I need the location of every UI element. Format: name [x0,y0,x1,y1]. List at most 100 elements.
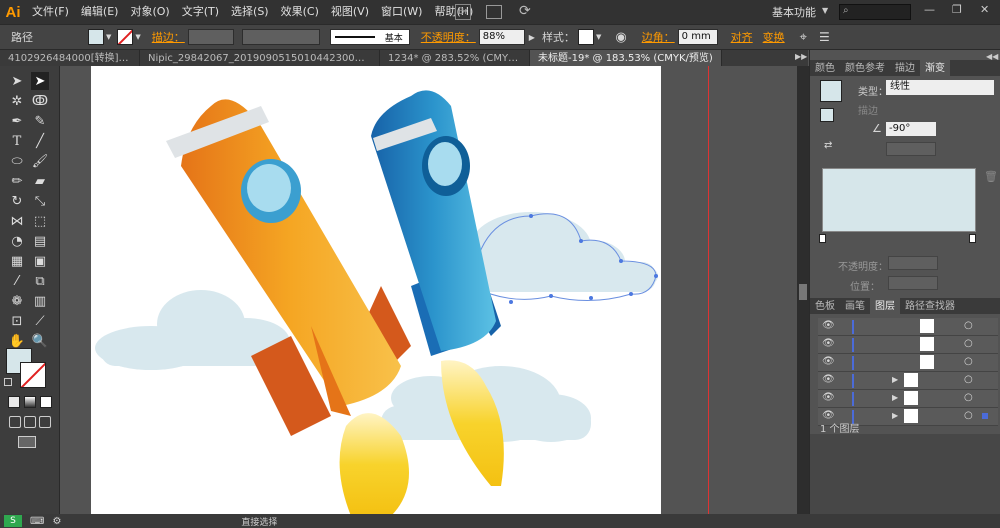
layer-row[interactable]: 👁 ○ [818,354,998,372]
slice-tool-icon[interactable]: ⟋ [31,312,49,330]
sync-icon[interactable]: ⟳ [519,3,531,19]
free-transform-tool-icon[interactable]: ⬚ [31,212,49,230]
direct-selection-tool-icon[interactable]: ➤ [31,72,49,90]
symbol-sprayer-tool-icon[interactable]: ❁ [8,292,26,310]
reverse-gradient-icon[interactable]: ⇄ [824,140,832,151]
document-canvas[interactable] [60,66,800,516]
close-button[interactable]: ✕ [980,3,989,16]
menu-select[interactable]: 选择(S) [225,0,275,24]
mesh-tool-icon[interactable]: ▦ [8,252,26,270]
target-circle-icon[interactable]: ○ [964,392,973,403]
opacity-arrow-icon[interactable]: ▶ [529,33,535,42]
tab-document-2[interactable]: Nipic_29842067_20190905150104423000.ai [140,50,380,66]
artboard[interactable] [91,66,661,516]
vertical-scrollbar[interactable] [797,66,809,516]
menu-effect[interactable]: 效果(C) [275,0,325,24]
fill-dropdown-icon[interactable]: ▼ [106,33,111,41]
tabs-overflow-icon[interactable]: ▶▶ [795,52,807,61]
tab-gradient[interactable]: 渐变 [920,60,950,76]
corner-link[interactable]: 边角： [639,29,678,45]
zoom-tool-icon[interactable]: 🔍 [31,332,49,350]
tab-layers[interactable]: 图层 [870,298,900,314]
isolate-object-icon[interactable]: ⌖ [800,30,807,45]
stroke-swatch-none[interactable] [117,29,134,45]
visibility-eye-icon[interactable]: 👁 [822,374,835,385]
arrange-documents-icon[interactable] [486,5,502,19]
curvature-tool-icon[interactable]: ✎ [31,112,49,130]
visibility-eye-icon[interactable]: 👁 [822,338,835,349]
stroke-link[interactable]: 描边： [149,29,188,45]
none-mode-icon[interactable] [40,396,52,408]
target-circle-icon[interactable]: ○ [964,320,973,331]
lasso-tool-icon[interactable]: ↂ [31,92,49,110]
tab-pathfinder[interactable]: 路径查找器 [900,298,960,314]
stroke-weight-field[interactable] [187,29,234,45]
magic-wand-tool-icon[interactable]: ✲ [8,92,26,110]
menu-window[interactable]: 窗口(W) [375,0,428,24]
line-tool-icon[interactable]: ╱ [31,132,49,150]
opacity-link[interactable]: 不透明度： [418,29,479,45]
stroke-mini-swatch[interactable] [820,108,834,122]
target-circle-icon[interactable]: ○ [964,410,973,421]
restore-button[interactable]: ❐ [952,3,962,16]
draw-inside-icon[interactable] [39,416,51,428]
delete-stop-icon[interactable]: 🗑 [984,170,998,183]
tab-document-4[interactable]: 未标题-19* @ 183.53% (CMYK/预览) [530,50,722,66]
menu-file[interactable]: 文件(F) [26,0,75,24]
stroke-dropdown-icon[interactable]: ▼ [135,33,140,41]
stop-position-field[interactable] [888,276,938,290]
pencil-tool-icon[interactable]: ✏ [8,172,26,190]
variable-width-field[interactable] [241,29,320,45]
brush-definition-field[interactable]: 基本 [329,29,410,45]
expand-arrow-icon[interactable]: ▶ [892,375,898,384]
target-circle-icon[interactable]: ○ [964,338,973,349]
scale-tool-icon[interactable]: ⤡ [31,192,49,210]
help-search-input[interactable]: ⌕ [839,4,911,20]
gradient-stop-left[interactable] [819,234,826,243]
layer-row[interactable]: 👁 ▶ ○ [818,372,998,390]
transform-link[interactable]: 变换 [760,29,788,45]
visibility-eye-icon[interactable]: 👁 [822,356,835,367]
menu-type[interactable]: 文字(T) [176,0,225,24]
width-tool-icon[interactable]: ⋈ [8,212,26,230]
tab-document-3[interactable]: 1234* @ 283.52% (CMYK/轮... [380,50,530,66]
target-circle-icon[interactable]: ○ [964,356,973,367]
type-dropdown[interactable]: 线性 [886,80,994,95]
stop-opacity-field[interactable] [888,256,938,270]
pen-tool-icon[interactable]: ✒ [8,112,26,130]
layer-row[interactable]: 👁 ▶ ○ [818,390,998,408]
angle-field[interactable]: -90° [886,122,936,136]
stroke-color-box[interactable] [20,362,46,388]
tab-brushes[interactable]: 画笔 [840,298,870,314]
gradient-preview-swatch[interactable] [820,80,842,102]
style-dropdown-icon[interactable]: ▼ [596,33,601,41]
default-colors-icon[interactable] [4,378,12,386]
workspace-dropdown-icon[interactable]: ▼ [822,6,828,15]
tab-color-guide[interactable]: 颜色参考 [840,60,890,76]
column-graph-tool-icon[interactable]: ▥ [31,292,49,310]
menu-edit[interactable]: 编辑(E) [75,0,125,24]
gradient-stop-right[interactable] [969,234,976,243]
layer-row[interactable]: 👁 ○ [818,318,998,336]
artboard-tool-icon[interactable]: ⊡ [8,312,26,330]
visibility-eye-icon[interactable]: 👁 [822,392,835,403]
menu-object[interactable]: 对象(O) [124,0,175,24]
rotate-tool-icon[interactable]: ↻ [8,192,26,210]
workspace-switcher[interactable]: 基本功能 [772,4,816,20]
layer-row[interactable]: 👁 ○ [818,336,998,354]
align-link[interactable]: 对齐 [728,29,756,45]
aspect-ratio-field[interactable] [886,142,936,156]
graphic-style-swatch[interactable] [577,29,594,45]
gradient-slider[interactable] [822,168,976,232]
screen-mode-icon[interactable] [18,436,36,448]
expand-arrow-icon[interactable]: ▶ [892,393,898,402]
opacity-field[interactable]: 88% [478,29,525,45]
tab-document-1[interactable]: 4102926484000[转换].ai* [0,50,140,66]
menu-help[interactable]: 帮助(H) [428,0,479,24]
type-tool-icon[interactable]: T [8,132,26,150]
gradient-tool-icon[interactable]: ▣ [31,252,49,270]
tab-swatches[interactable]: 色板 [810,298,840,314]
gradient-mode-icon[interactable] [24,396,36,408]
blend-tool-icon[interactable]: ⧉ [31,272,49,290]
eraser-tool-icon[interactable]: ▰ [31,172,49,190]
